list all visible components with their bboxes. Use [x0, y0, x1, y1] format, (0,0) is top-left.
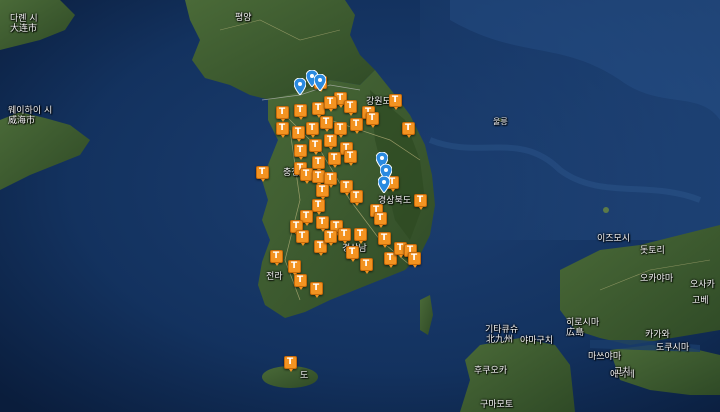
label-okayama: 오카야마 — [640, 274, 674, 284]
label-kobe: 고베 — [692, 296, 709, 306]
label-pyongyang: 평양 — [235, 13, 252, 23]
t-location-marker[interactable] — [328, 152, 341, 168]
t-location-marker[interactable] — [288, 260, 301, 276]
t-location-marker[interactable] — [276, 106, 289, 122]
t-location-marker[interactable] — [310, 282, 323, 298]
t-location-marker[interactable] — [338, 228, 351, 244]
t-location-marker[interactable] — [284, 356, 297, 372]
t-location-marker[interactable] — [344, 100, 357, 116]
t-location-marker[interactable] — [294, 104, 307, 120]
t-location-marker[interactable] — [309, 139, 322, 155]
label-weihai: 웨이하이 시 威海市 — [8, 106, 53, 126]
t-location-marker[interactable] — [276, 122, 289, 138]
t-location-marker[interactable] — [292, 126, 305, 142]
t-location-marker[interactable] — [378, 232, 391, 248]
t-location-marker[interactable] — [360, 258, 373, 274]
t-location-marker[interactable] — [306, 122, 319, 138]
t-location-marker[interactable] — [316, 184, 329, 200]
t-location-marker[interactable] — [324, 230, 337, 246]
t-location-marker[interactable] — [324, 96, 337, 112]
label-kochi: 고치 — [614, 367, 631, 377]
label-yamaguchi: 야마구치 — [520, 336, 554, 346]
label-bukucho: 北九州 — [486, 335, 514, 345]
label-kitakyushu: 기타큐슈 — [485, 325, 519, 335]
label-tottori: 돗토리 — [640, 246, 665, 256]
map-pin-icon[interactable] — [378, 176, 390, 193]
label-izumo: 이즈모시 — [597, 234, 631, 244]
map-pin-icon[interactable] — [294, 78, 306, 95]
t-location-marker[interactable] — [354, 228, 367, 244]
label-matsuyama: 마쓰야마 — [588, 352, 622, 362]
label-osaka: 오사카 — [690, 280, 715, 290]
label-fukuoka: 후쿠오카 — [474, 366, 508, 376]
t-location-marker[interactable] — [312, 199, 325, 215]
label-kagawa: 카가와 — [645, 330, 670, 340]
map-base — [0, 0, 720, 412]
t-location-marker[interactable] — [294, 274, 307, 290]
label-jeolla: 전라 — [266, 272, 283, 282]
t-location-marker[interactable] — [366, 112, 379, 128]
t-location-marker[interactable] — [346, 246, 359, 262]
label-hiroshima: 히로시마 広島 — [566, 318, 600, 338]
label-dalian: 다롄 시 大连市 — [10, 14, 38, 34]
label-kumamoto: 구마모토 — [480, 400, 514, 410]
t-location-marker[interactable] — [414, 194, 427, 210]
label-jeju: 도 — [300, 371, 309, 381]
t-location-marker[interactable] — [334, 122, 347, 138]
label-ulleung: 울릉 — [493, 117, 508, 126]
label-tokushima: 도쿠시마 — [656, 343, 690, 353]
t-location-marker[interactable] — [350, 190, 363, 206]
t-location-marker[interactable] — [316, 216, 329, 232]
label-gyeongbuk: 경상북도 — [378, 196, 412, 206]
t-location-marker[interactable] — [320, 116, 333, 132]
map-pin-icon[interactable] — [314, 74, 326, 91]
satellite-map[interactable]: 다롄 시大连市 평양 웨이하이 시威海市 강원도 충청 경상북도 경상남 전라 … — [0, 0, 720, 412]
t-location-marker[interactable] — [324, 134, 337, 150]
t-location-marker[interactable] — [374, 212, 387, 228]
t-location-marker[interactable] — [296, 230, 309, 246]
t-location-marker[interactable] — [294, 144, 307, 160]
t-location-marker[interactable] — [408, 252, 421, 268]
t-location-marker[interactable] — [270, 250, 283, 266]
t-location-marker[interactable] — [312, 156, 325, 172]
t-location-marker[interactable] — [256, 166, 269, 182]
t-location-marker[interactable] — [350, 118, 363, 134]
t-location-marker[interactable] — [389, 94, 402, 110]
t-location-marker[interactable] — [402, 122, 415, 138]
t-location-marker[interactable] — [344, 150, 357, 166]
